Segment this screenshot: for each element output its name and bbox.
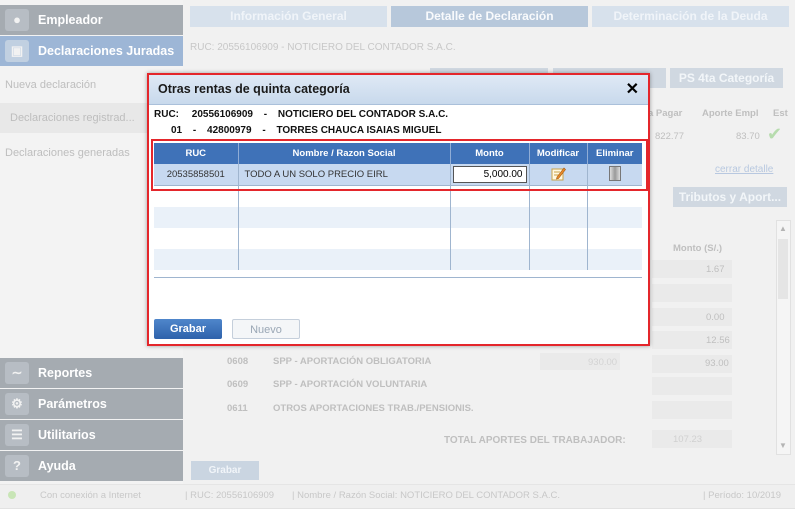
table-bottom-border xyxy=(154,277,642,278)
company-info-line: RUC: 20556106909 - NOTICIERO DEL CONTADO… xyxy=(154,109,448,120)
ruc-value: 20556106909 xyxy=(191,109,253,120)
ruc-label: RUC: xyxy=(154,109,179,120)
doc-type: 01 xyxy=(171,125,183,136)
doc-number: 42800979 xyxy=(207,125,252,136)
table-row xyxy=(154,249,642,270)
otras-rentas-dialog: Otras rentas de quinta categoría ✕ RUC: … xyxy=(147,73,650,346)
company-name: NOTICIERO DEL CONTADOR S.A.C. xyxy=(277,109,449,120)
dialog-title: Otras rentas de quinta categoría xyxy=(158,82,350,96)
separator: - xyxy=(263,109,268,120)
table-row xyxy=(154,228,642,249)
dialog-titlebar: Otras rentas de quinta categoría ✕ xyxy=(149,75,648,105)
grabar-button[interactable]: Grabar xyxy=(154,319,222,339)
close-icon[interactable]: ✕ xyxy=(626,79,639,99)
worker-info-line: 01 - 42800979 - TORRES CHAUCA ISAIAS MIG… xyxy=(171,125,441,136)
nuevo-button[interactable]: Nuevo xyxy=(232,319,300,339)
separator: - xyxy=(192,125,197,136)
table-row xyxy=(154,207,642,228)
table-highlight-frame xyxy=(151,139,648,191)
worker-name: TORRES CHAUCA ISAIAS MIGUEL xyxy=(276,125,442,136)
separator: - xyxy=(262,125,266,136)
